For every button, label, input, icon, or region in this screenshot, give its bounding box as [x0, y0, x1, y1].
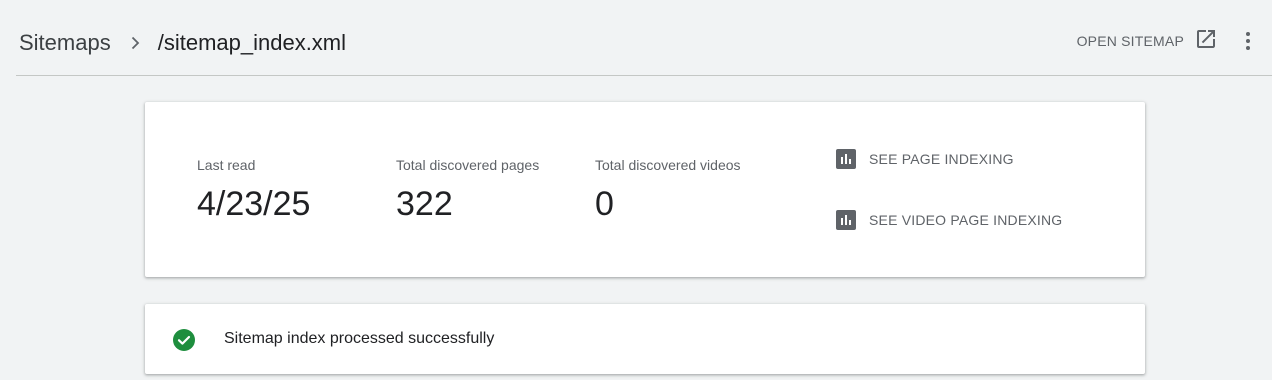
see-page-indexing-link[interactable]: SEE PAGE INDEXING	[836, 148, 1062, 170]
stat-last-read: Last read 4/23/25	[197, 157, 310, 224]
header-actions: OPEN SITEMAP	[1077, 26, 1258, 56]
see-video-page-indexing-label: SEE VIDEO PAGE INDEXING	[869, 212, 1063, 228]
stat-label: Last read	[197, 157, 256, 173]
chevron-right-icon	[127, 35, 143, 51]
breadcrumb-sitemaps-link[interactable]: Sitemaps	[19, 30, 111, 56]
open-in-new-icon	[1194, 27, 1218, 56]
status-card: Sitemap index processed successfully	[145, 304, 1145, 374]
stat-label: Total discovered videos	[595, 157, 741, 173]
open-sitemap-label: OPEN SITEMAP	[1076, 33, 1184, 49]
stat-discovered-videos: Total discovered videos 0	[595, 157, 741, 224]
check-circle-icon	[173, 329, 195, 351]
page-header: Sitemaps /sitemap_index.xml OPEN SITEMAP	[0, 0, 1272, 76]
see-video-page-indexing-link[interactable]: SEE VIDEO PAGE INDEXING	[836, 209, 1062, 231]
stat-value: 322	[396, 185, 453, 223]
breadcrumb: Sitemaps /sitemap_index.xml	[19, 28, 346, 58]
indexing-links: SEE PAGE INDEXING SEE VIDEO PAGE INDEXIN…	[836, 148, 1062, 231]
stat-label: Total discovered pages	[396, 157, 540, 173]
stat-value: 0	[595, 185, 614, 223]
stat-discovered-pages: Total discovered pages 322	[396, 157, 539, 224]
breadcrumb-current: /sitemap_index.xml	[157, 30, 347, 55]
bar-chart-icon	[836, 210, 856, 230]
open-sitemap-button[interactable]: OPEN SITEMAP	[1077, 27, 1218, 56]
bar-chart-icon	[836, 149, 856, 169]
sitemap-stats-card: Last read 4/23/25 Total discovered pages…	[145, 102, 1145, 277]
stat-value: 4/23/25	[197, 185, 311, 223]
more-vert-icon[interactable]	[1238, 29, 1258, 53]
header-divider	[16, 75, 1272, 76]
status-message: Sitemap index processed successfully	[224, 330, 495, 347]
see-page-indexing-label: SEE PAGE INDEXING	[869, 151, 1014, 167]
